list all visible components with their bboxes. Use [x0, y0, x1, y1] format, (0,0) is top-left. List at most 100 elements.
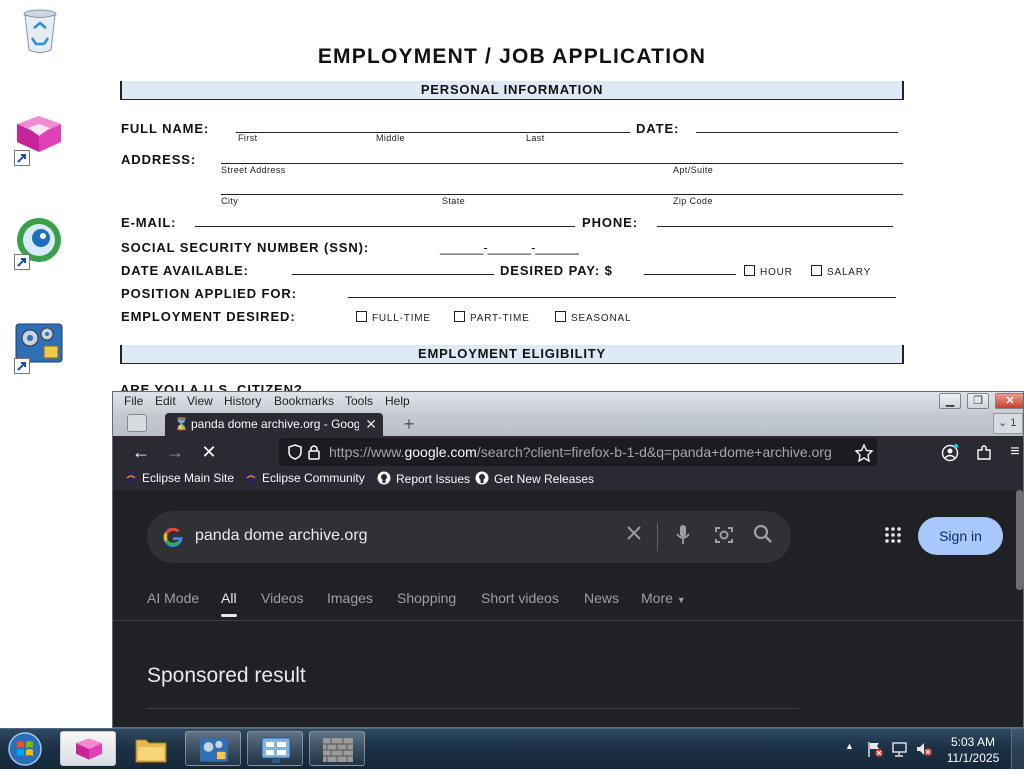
- pay-option-hour[interactable]: HOUR: [744, 265, 793, 278]
- tab-google-search[interactable]: ⌛ panda dome archive.org - Google Search…: [165, 413, 383, 436]
- tracking-shield-icon[interactable]: [287, 444, 303, 460]
- shortcut-arrow-icon: [14, 254, 30, 270]
- system-clock[interactable]: 5:03 AM 11/1/2025: [940, 734, 1006, 766]
- browser-globe-icon[interactable]: [14, 216, 64, 270]
- tab-videos[interactable]: Videos: [261, 590, 304, 606]
- forward-icon[interactable]: →: [163, 440, 187, 464]
- show-desktop-button[interactable]: [1011, 729, 1024, 769]
- caret-down-icon: ▼: [676, 595, 686, 605]
- url-bar[interactable]: https://www.google.com/search?client=fir…: [279, 438, 877, 466]
- tab-overflow-button[interactable]: ⌄ 1: [993, 413, 1023, 434]
- show-hidden-icons-icon[interactable]: ▲: [845, 741, 854, 751]
- taskbar-file-explorer[interactable]: [123, 731, 179, 766]
- tab-groups-icon[interactable]: [127, 414, 147, 432]
- volume-muted-icon[interactable]: [915, 740, 933, 758]
- bookmark-report-issues[interactable]: Report Issues: [377, 471, 470, 486]
- github-icon: [475, 471, 489, 485]
- account-icon[interactable]: [941, 444, 959, 462]
- tab-close-icon[interactable]: ✕: [365, 413, 377, 436]
- new-tab-icon[interactable]: +: [399, 414, 419, 434]
- menu-history[interactable]: History: [224, 394, 261, 408]
- tab-shopping[interactable]: Shopping: [397, 590, 456, 606]
- shortcut-arrow-icon: [14, 358, 30, 374]
- menu-bookmarks[interactable]: Bookmarks: [274, 394, 334, 408]
- control-panel-icon: [261, 737, 291, 763]
- sign-in-button[interactable]: Sign in: [918, 517, 1003, 555]
- tab-news[interactable]: News: [584, 590, 619, 606]
- taskbar-control-panel[interactable]: [247, 731, 303, 766]
- bookmark-eclipse-main[interactable]: Eclipse Main Site: [125, 471, 234, 485]
- tabs-divider: [113, 620, 1023, 621]
- pink-cube-app-icon[interactable]: [14, 112, 64, 166]
- date-available-line[interactable]: [292, 274, 494, 275]
- tab-short-videos[interactable]: Short videos: [481, 590, 559, 606]
- lock-icon[interactable]: [307, 444, 321, 460]
- recycle-bin-icon[interactable]: [20, 8, 60, 54]
- document-title: EMPLOYMENT / JOB APPLICATION: [317, 45, 707, 68]
- address-sub-state: State: [442, 196, 466, 206]
- date-line[interactable]: [696, 132, 898, 133]
- start-button[interactable]: [4, 731, 46, 767]
- employment-option-seasonal[interactable]: SEASONAL: [555, 311, 631, 324]
- address-line-2[interactable]: [221, 194, 903, 195]
- stop-icon[interactable]: ✕: [197, 440, 221, 464]
- brick-wall-icon: [323, 738, 353, 762]
- github-icon: [377, 471, 391, 485]
- address-line[interactable]: [221, 163, 903, 164]
- action-center-flag-icon[interactable]: [866, 740, 884, 758]
- tab-all[interactable]: All: [221, 590, 237, 606]
- date-label: DATE:: [636, 121, 680, 136]
- address-sub-zip: Zip Code: [673, 196, 713, 206]
- close-window-button[interactable]: ✕: [995, 393, 1023, 409]
- google-search-box[interactable]: panda dome archive.org: [147, 511, 791, 563]
- taskbar-firewall-app[interactable]: [309, 731, 365, 766]
- lens-camera-icon[interactable]: [713, 524, 735, 546]
- menu-help[interactable]: Help: [385, 394, 410, 408]
- bookmark-get-new-releases[interactable]: Get New Releases: [475, 471, 594, 486]
- tab-ai-mode[interactable]: AI Mode: [147, 590, 199, 606]
- windows-orb-icon: [8, 732, 42, 766]
- employment-option-full-time[interactable]: FULL-TIME: [356, 311, 431, 324]
- section-personal-information: PERSONAL INFORMATION: [120, 81, 904, 100]
- back-icon[interactable]: ←: [129, 440, 153, 464]
- taskbar-settings-tool[interactable]: [185, 731, 241, 766]
- email-line[interactable]: [195, 226, 575, 227]
- app-menu-icon[interactable]: ≡: [1003, 440, 1023, 464]
- bookmark-eclipse-community[interactable]: Eclipse Community: [245, 471, 365, 485]
- desired-pay-line[interactable]: [644, 274, 736, 275]
- phone-line[interactable]: [657, 226, 893, 227]
- minimize-button[interactable]: ▁: [939, 393, 961, 409]
- google-apps-icon[interactable]: [885, 527, 901, 543]
- maximize-button[interactable]: ❐: [967, 393, 989, 409]
- search-icon[interactable]: [753, 524, 773, 544]
- page-scrollbar[interactable]: [1016, 490, 1023, 590]
- position-line[interactable]: [348, 297, 896, 298]
- tab-more[interactable]: More ▼: [641, 590, 686, 606]
- extensions-icon[interactable]: [975, 444, 993, 462]
- sponsored-result-heading: Sponsored result: [147, 664, 306, 687]
- network-icon[interactable]: [891, 740, 909, 758]
- email-label: E-MAIL:: [121, 215, 177, 230]
- full-name-line[interactable]: [236, 132, 630, 133]
- ssn-label: SOCIAL SECURITY NUMBER (SSN):: [121, 240, 370, 255]
- tab-images[interactable]: Images: [327, 590, 373, 606]
- search-query-text[interactable]: panda dome archive.org: [195, 527, 368, 545]
- date-available-label: DATE AVAILABLE:: [121, 263, 249, 278]
- employment-option-part-time[interactable]: PART-TIME: [454, 311, 530, 324]
- taskbar-pink-cube-app[interactable]: [60, 731, 116, 766]
- menu-view[interactable]: View: [187, 394, 213, 408]
- menu-file[interactable]: File: [124, 394, 143, 408]
- pay-option-salary[interactable]: SALARY: [811, 265, 871, 278]
- taskbar: ▲ 5:03 AM 11/1/2025: [0, 728, 1024, 769]
- address-label: ADDRESS:: [121, 152, 197, 167]
- address-sub-city: City: [221, 196, 239, 206]
- clear-search-icon[interactable]: [625, 524, 643, 542]
- menu-edit[interactable]: Edit: [155, 394, 176, 408]
- settings-tool-icon[interactable]: [14, 320, 64, 374]
- bookmark-star-icon[interactable]: [855, 444, 873, 462]
- phone-label: PHONE:: [582, 215, 638, 230]
- loading-hourglass-icon: ⌛: [174, 417, 189, 431]
- menu-tools[interactable]: Tools: [345, 394, 373, 408]
- ssn-blank[interactable]: ______-______-______: [440, 240, 579, 255]
- voice-search-icon[interactable]: [675, 524, 691, 546]
